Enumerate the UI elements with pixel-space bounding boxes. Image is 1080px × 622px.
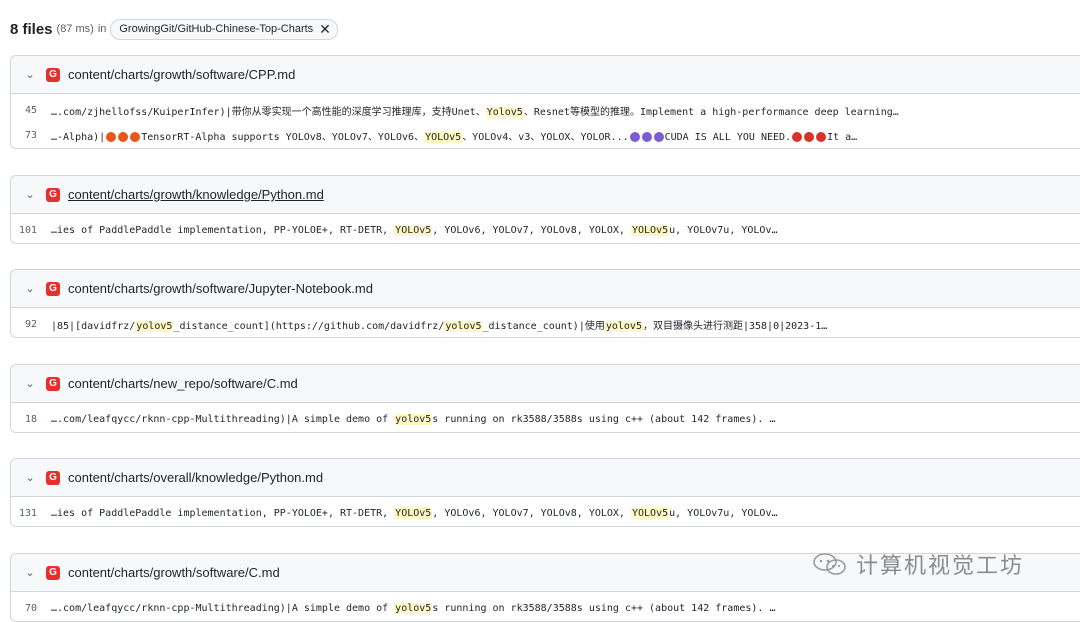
code-text: ….com/leafqycc/rknn-cpp-Multithreading)|… — [51, 414, 776, 425]
code-line[interactable]: 18 ….com/leafqycc/rknn-cpp-Multithreading… — [11, 407, 1080, 432]
file-icon: G — [46, 187, 60, 202]
result-card: ⌄ Gcontent/charts/growth/software/CPP.md 4… — [10, 55, 1080, 149]
code-line[interactable]: 73 …-Alpha)| TensorRT-Alpha supports YOLOv… — [11, 123, 1080, 148]
results-header: 8 files (87 ms) in GrowingGit/GitHub-Chi… — [10, 17, 338, 41]
result-card: ⌄ Gcontent/charts/new_repo/software/C.md 1… — [10, 364, 1080, 433]
result-card-header: ⌄ Gcontent/charts/new_repo/software/C.md — [11, 365, 1080, 403]
watermark: 计算机视觉工坊 — [812, 548, 1024, 580]
chevron-down-icon[interactable]: ⌄ — [24, 282, 36, 295]
line-number[interactable]: 92 — [11, 319, 51, 330]
file-path-link[interactable]: content/charts/growth/software/CPP.md — [68, 67, 295, 82]
chevron-down-icon[interactable]: ⌄ — [24, 68, 36, 81]
line-number[interactable]: 101 — [11, 225, 51, 236]
result-card-header: ⌄ Gcontent/charts/overall/knowledge/Pytho… — [11, 459, 1080, 497]
file-icon: G — [46, 470, 60, 485]
repo-filter-chip[interactable]: GrowingGit/GitHub-Chinese-Top-Charts ✕ — [110, 18, 338, 40]
code-snippet: 45 ….com/zjhellofss/KuiperInfer)|带你从零实现一个… — [11, 94, 1080, 148]
code-line[interactable]: 131 …ies of PaddlePaddle implementation, … — [11, 501, 1080, 526]
result-card: ⌄ Gcontent/charts/growth/knowledge/Python… — [10, 175, 1080, 244]
wechat-icon — [813, 553, 846, 575]
file-count: 8 files — [10, 20, 53, 38]
code-text: …ies of PaddlePaddle implementation, PP-… — [51, 508, 778, 519]
chevron-down-icon[interactable]: ⌄ — [24, 377, 36, 390]
code-line[interactable]: 70 ….com/leafqycc/rknn-cpp-Multithreading… — [11, 596, 1080, 621]
watermark-text: 计算机视觉工坊 — [856, 553, 1025, 578]
result-card-header: ⌄ Gcontent/charts/growth/knowledge/Python… — [11, 176, 1080, 214]
code-snippet: 70 ….com/leafqycc/rknn-cpp-Multithreading… — [11, 592, 1080, 621]
code-line[interactable]: 45 ….com/zjhellofss/KuiperInfer)|带你从零实现一个… — [11, 98, 1080, 123]
code-text: ….com/leafqycc/rknn-cpp-Multithreading)|… — [51, 603, 776, 614]
file-path-link[interactable]: content/charts/growth/software/Jupyter-N… — [68, 281, 373, 296]
code-snippet: 92 |85|[davidfrz/yolov5_distance_count](h… — [11, 308, 1080, 337]
chevron-down-icon[interactable]: ⌄ — [24, 188, 36, 201]
repo-filter-label: GrowingGit/GitHub-Chinese-Top-Charts — [119, 23, 314, 35]
code-text: |85|[davidfrz/yolov5_distance_count](htt… — [51, 321, 828, 332]
result-card: ⌄ Gcontent/charts/overall/knowledge/Pytho… — [10, 458, 1080, 527]
file-path-link[interactable]: content/charts/growth/knowledge/Python.m… — [68, 187, 324, 202]
line-number[interactable]: 73 — [11, 130, 51, 141]
line-number[interactable]: 70 — [11, 603, 51, 614]
file-icon: G — [46, 376, 60, 391]
code-snippet: 101 …ies of PaddlePaddle implementation, … — [11, 214, 1080, 243]
in-label: in — [97, 23, 107, 35]
code-text: …ies of PaddlePaddle implementation, PP-… — [51, 225, 778, 236]
line-number[interactable]: 45 — [11, 105, 51, 116]
code-text: ….com/zjhellofss/KuiperInfer)|带你从零实现一个高性… — [51, 107, 899, 118]
file-icon: G — [46, 67, 60, 82]
file-icon: G — [46, 565, 60, 580]
code-line[interactable]: 92 |85|[davidfrz/yolov5_distance_count](h… — [11, 312, 1080, 337]
file-path-link[interactable]: content/charts/growth/software/C.md — [68, 565, 280, 580]
code-snippet: 131 …ies of PaddlePaddle implementation, … — [11, 497, 1080, 526]
file-path-link[interactable]: content/charts/overall/knowledge/Python.… — [68, 470, 323, 485]
close-icon[interactable]: ✕ — [319, 22, 331, 36]
chevron-down-icon[interactable]: ⌄ — [24, 471, 36, 484]
result-card: ⌄ Gcontent/charts/growth/software/Jupyter… — [10, 269, 1080, 338]
search-time: (87 ms) — [56, 23, 94, 35]
result-card-header: ⌄ Gcontent/charts/growth/software/Jupyter… — [11, 270, 1080, 308]
code-text: …-Alpha)| TensorRT-Alpha supports YOLOv8、… — [51, 132, 858, 143]
chevron-down-icon[interactable]: ⌄ — [24, 566, 36, 579]
result-card-header: ⌄ Gcontent/charts/growth/software/CPP.md — [11, 56, 1080, 94]
code-line[interactable]: 101 …ies of PaddlePaddle implementation, … — [11, 218, 1080, 243]
code-snippet: 18 ….com/leafqycc/rknn-cpp-Multithreading… — [11, 403, 1080, 432]
line-number[interactable]: 131 — [11, 508, 51, 519]
file-path-link[interactable]: content/charts/new_repo/software/C.md — [68, 376, 298, 391]
file-icon: G — [46, 281, 60, 296]
line-number[interactable]: 18 — [11, 414, 51, 425]
